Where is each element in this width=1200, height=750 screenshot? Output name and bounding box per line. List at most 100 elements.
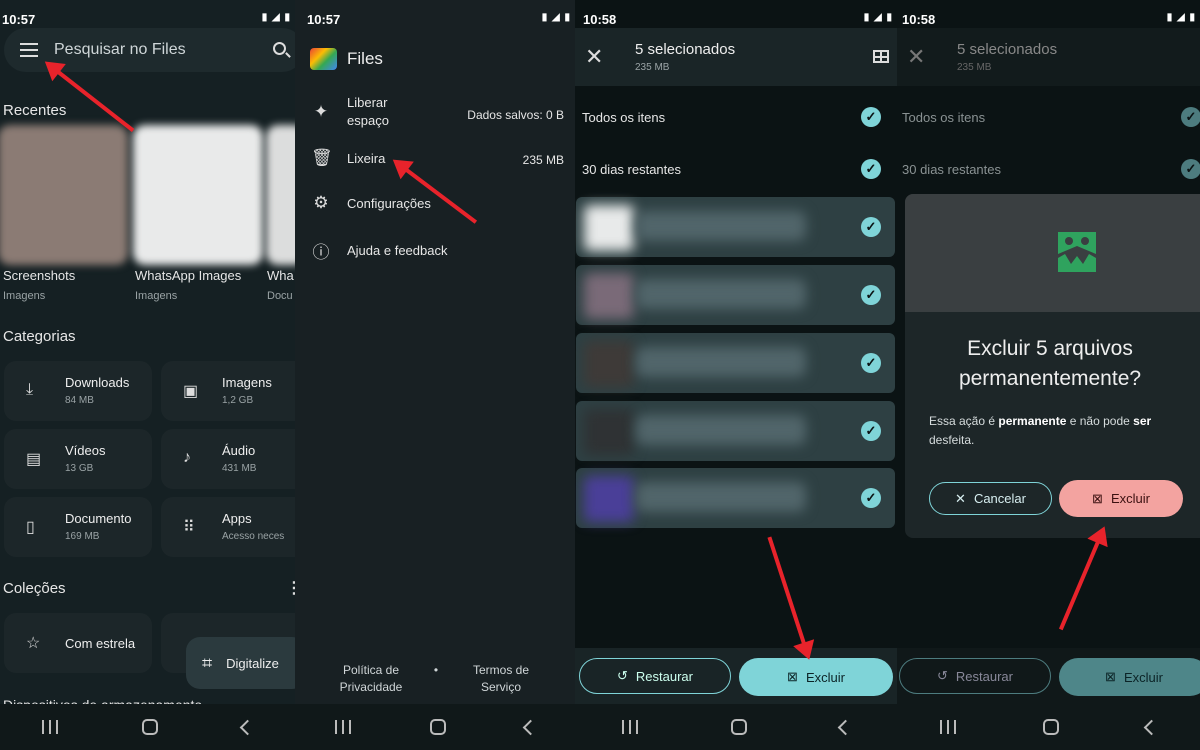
file-row[interactable]: ✓ (576, 197, 895, 257)
drawer-item-label: Liberar espaço (347, 95, 389, 128)
home-nav-icon[interactable] (1042, 719, 1059, 735)
recent-thumbnail-whatsapp[interactable] (133, 125, 263, 265)
file-row[interactable]: ✓ (576, 265, 895, 325)
status-bar: 10:57 ▮ ◢ ▮ (295, 0, 575, 36)
music-icon: ♪ (183, 449, 191, 466)
collection-starred[interactable]: ☆ Com estrela (4, 613, 152, 673)
recents-heading: Recentes (3, 102, 67, 119)
all-items-label: Todos os itens (582, 110, 666, 125)
recent-thumbnail-docs[interactable] (266, 125, 295, 265)
file-row[interactable]: ✓ (576, 333, 895, 393)
selection-size: 235 MB (635, 62, 670, 73)
grid-view-icon[interactable] (873, 50, 889, 63)
dialog-body-text: Essa ação é (929, 414, 999, 428)
drawer-item-free-space[interactable]: ✦ Liberar espaço (311, 94, 417, 130)
status-icons: ▮ ◢ ▮ (541, 12, 571, 23)
category-images[interactable]: ▣ Imagens 1,2 GB (161, 361, 295, 421)
close-icon[interactable]: ✕ (585, 46, 603, 68)
confirm-delete-label: Excluir (1110, 491, 1150, 506)
drawer-item-settings[interactable]: ⚙ Configurações (311, 193, 430, 213)
drawer-item-label: Lixeira (347, 150, 386, 166)
category-title: Downloads (65, 375, 130, 390)
search-input[interactable]: Pesquisar no Files (54, 41, 186, 59)
video-icon: ▤ (26, 451, 42, 468)
drawer-item-detail: 235 MB (522, 153, 564, 167)
scan-icon: ⌗ (202, 652, 213, 673)
cancel-label: Cancelar (973, 491, 1026, 506)
delete-label: Excluir (1123, 669, 1163, 685)
category-title: Imagens (222, 375, 272, 390)
footer-separator: • (433, 663, 439, 677)
file-thumbnail (584, 476, 634, 522)
selection-count: 5 selecionados (635, 41, 736, 58)
navigation-drawer-screen: 10:57 ▮ ◢ ▮ Files ✦ Liberar espaço Dados… (295, 0, 575, 750)
restore-button[interactable]: ↺ Restaurar (579, 658, 731, 694)
dialog-body: Essa ação é permanente e não pode ser des… (929, 412, 1194, 450)
file-name-blurred (636, 211, 806, 241)
check-icon[interactable]: ✓ (861, 217, 881, 237)
back-nav-icon[interactable] (837, 719, 853, 735)
back-nav-icon[interactable] (239, 719, 256, 735)
more-options-icon[interactable]: ⋮ (286, 578, 295, 598)
drawer-item-detail: Dados salvos: 0 B (467, 108, 564, 122)
cancel-button[interactable]: ✕ Cancelar (929, 482, 1052, 515)
category-apps[interactable]: ⠿ Apps Acesso neces (161, 497, 295, 557)
recents-nav-icon[interactable] (621, 720, 638, 734)
drawer-item-label: Ajuda e feedback (347, 243, 448, 258)
recent-subtitle: Docu (267, 290, 293, 302)
category-audio[interactable]: ♪ Áudio 431 MB (161, 429, 295, 489)
confirm-delete-button[interactable]: ⊠ Excluir (1059, 480, 1183, 517)
privacy-policy-link[interactable]: Política de Privacidade (331, 662, 411, 696)
category-downloads[interactable]: ⤓ Downloads 84 MB (4, 361, 152, 421)
category-size: 169 MB (65, 531, 100, 542)
close-icon: ✕ (907, 44, 926, 69)
action-bar: ↺ Restaurar ⊠ Excluir (575, 648, 897, 704)
check-icon[interactable]: ✓ (861, 107, 881, 127)
file-thumbnail (584, 341, 634, 387)
files-home-screen: 10:57 ▮ ◢ ▮ Pesquisar no Files Recentes … (0, 0, 295, 750)
action-bar: ↺ Restaurar ⊠ Excluir (897, 648, 1200, 704)
category-title: Documento (65, 511, 132, 526)
dialog-body-bold: permanente (998, 414, 1067, 428)
category-documents[interactable]: ▯ Documento 169 MB (4, 497, 152, 557)
home-nav-icon[interactable] (142, 719, 158, 735)
back-nav-icon[interactable] (1143, 719, 1159, 735)
category-videos[interactable]: ▤ Vídeos 13 GB (4, 429, 152, 489)
recents-nav-icon[interactable] (334, 720, 351, 734)
recents-nav-icon[interactable] (940, 720, 957, 734)
delete-confirmation-screen: 10:58 ▮ ◢ ▮ ✕ 5 selecionados 235 MB Todo… (897, 0, 1200, 750)
recents-nav-icon[interactable] (42, 720, 58, 734)
search-icon[interactable] (273, 42, 286, 55)
check-icon[interactable]: ✓ (861, 421, 881, 441)
confirm-dialog: Excluir 5 arquivos permanentemente? Essa… (905, 194, 1200, 538)
star-icon: ☆ (26, 635, 41, 652)
home-nav-icon[interactable] (429, 719, 446, 735)
restore-button: ↺ Restaurar (899, 658, 1051, 694)
dialog-title: Excluir 5 arquivos permanentemente? (958, 337, 1142, 390)
check-icon[interactable]: ✓ (861, 285, 881, 305)
file-row[interactable]: ✓ (576, 468, 895, 528)
check-icon[interactable]: ✓ (861, 159, 881, 179)
recent-title: Wha (267, 268, 294, 283)
delete-button[interactable]: ⊠ Excluir (739, 658, 893, 696)
scan-fab[interactable]: ⌗ Digitalize (186, 637, 295, 689)
check-icon[interactable]: ✓ (861, 353, 881, 373)
menu-icon[interactable] (20, 43, 38, 57)
selection-header: ✕ 5 selecionados 235 MB (575, 28, 897, 86)
category-title: Vídeos (65, 443, 106, 458)
back-nav-icon[interactable] (522, 719, 538, 735)
drawer-item-trash[interactable]: 🗑 Lixeira (311, 148, 385, 168)
check-icon[interactable]: ✓ (861, 488, 881, 508)
file-row[interactable]: ✓ (576, 401, 895, 461)
sparkle-icon: ✦ (313, 102, 329, 121)
delete-icon: ⊠ (787, 669, 798, 684)
dialog-illustration (905, 194, 1200, 312)
drawer-item-help[interactable]: ⓘ Ajuda e feedback (311, 238, 448, 263)
selection-size: 235 MB (957, 62, 992, 73)
status-icons: ▮ ◢ ▮ (261, 12, 291, 23)
home-nav-icon[interactable] (730, 719, 747, 735)
recent-thumbnail-screenshots[interactable] (0, 125, 128, 265)
terms-of-service-link[interactable]: Termos de Serviço (461, 662, 541, 696)
days-remaining-label: 30 dias restantes (582, 162, 682, 177)
document-icon: ▯ (26, 519, 35, 536)
